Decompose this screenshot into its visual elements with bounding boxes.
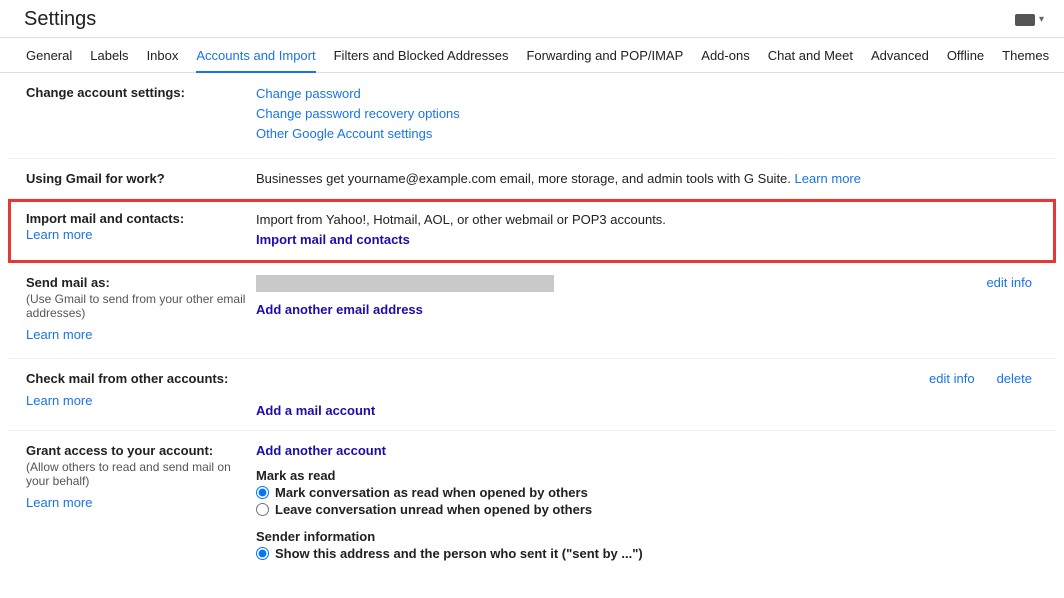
send-mail-title: Send mail as: [26,275,256,290]
section-change-account: Change account settings: Change password… [8,73,1056,159]
send-mail-edit-info[interactable]: edit info [986,275,1032,290]
settings-header: Settings ▾ [0,0,1064,38]
section-send-mail-as: Send mail as: (Use Gmail to send from yo… [8,263,1056,359]
tab-addons[interactable]: Add-ons [701,48,749,72]
section-check-mail: Check mail from other accounts: Learn mo… [8,359,1056,431]
input-tools[interactable]: ▾ [1015,14,1044,26]
add-email-address-link[interactable]: Add another email address [256,302,423,317]
change-recovery-link[interactable]: Change password recovery options [256,106,460,121]
grant-access-title: Grant access to your account: [26,443,256,458]
mark-read-radio[interactable] [256,486,269,499]
tab-filters[interactable]: Filters and Blocked Addresses [334,48,509,72]
import-mail-action[interactable]: Import mail and contacts [256,232,410,247]
gmail-work-title: Using Gmail for work? [26,171,256,186]
add-mail-account-link[interactable]: Add a mail account [256,403,375,418]
gmail-work-learn-more[interactable]: Learn more [795,171,861,186]
leave-unread-label[interactable]: Leave conversation unread when opened by… [275,502,592,517]
page-title: Settings [24,8,96,31]
other-account-settings-link[interactable]: Other Google Account settings [256,126,432,141]
keyboard-icon [1015,14,1035,26]
check-mail-title: Check mail from other accounts: [26,371,256,386]
leave-unread-radio[interactable] [256,503,269,516]
gmail-work-text: Businesses get yourname@example.com emai… [256,171,795,186]
check-mail-edit-info[interactable]: edit info [929,371,975,386]
chevron-down-icon: ▾ [1039,14,1044,25]
tab-accounts-import[interactable]: Accounts and Import [196,48,315,73]
tab-offline[interactable]: Offline [947,48,984,72]
settings-tabs: General Labels Inbox Accounts and Import… [0,38,1064,73]
tab-forwarding[interactable]: Forwarding and POP/IMAP [526,48,683,72]
settings-content: Change account settings: Change password… [0,73,1064,575]
import-mail-text: Import from Yahoo!, Hotmail, AOL, or oth… [256,211,1038,229]
add-another-account-link[interactable]: Add another account [256,443,386,458]
sender-info-title: Sender information [256,529,1038,544]
section-import-mail: Import mail and contacts: Learn more Imp… [8,199,1056,263]
tab-advanced[interactable]: Advanced [871,48,929,72]
mark-read-label[interactable]: Mark conversation as read when opened by… [275,485,588,500]
tab-inbox[interactable]: Inbox [147,48,179,72]
tab-general[interactable]: General [26,48,72,72]
section-gmail-work: Using Gmail for work? Businesses get you… [8,159,1056,199]
import-mail-title: Import mail and contacts: [26,211,256,226]
change-password-link[interactable]: Change password [256,86,361,101]
import-mail-learn-more[interactable]: Learn more [26,227,92,242]
send-mail-learn-more[interactable]: Learn more [26,327,92,342]
section-grant-access: Grant access to your account: (Allow oth… [8,431,1056,575]
grant-access-sub: (Allow others to read and send mail on y… [26,460,256,488]
check-mail-learn-more[interactable]: Learn more [26,393,92,408]
tab-labels[interactable]: Labels [90,48,128,72]
tab-chat-meet[interactable]: Chat and Meet [768,48,853,72]
show-sender-radio[interactable] [256,547,269,560]
mark-as-read-title: Mark as read [256,468,1038,483]
grant-access-learn-more[interactable]: Learn more [26,495,92,510]
show-sender-label[interactable]: Show this address and the person who sen… [275,546,643,561]
send-mail-address-redacted [256,275,554,292]
check-mail-delete[interactable]: delete [997,371,1032,386]
send-mail-sub: (Use Gmail to send from your other email… [26,292,256,320]
tab-themes[interactable]: Themes [1002,48,1049,72]
change-account-title: Change account settings: [26,85,256,100]
